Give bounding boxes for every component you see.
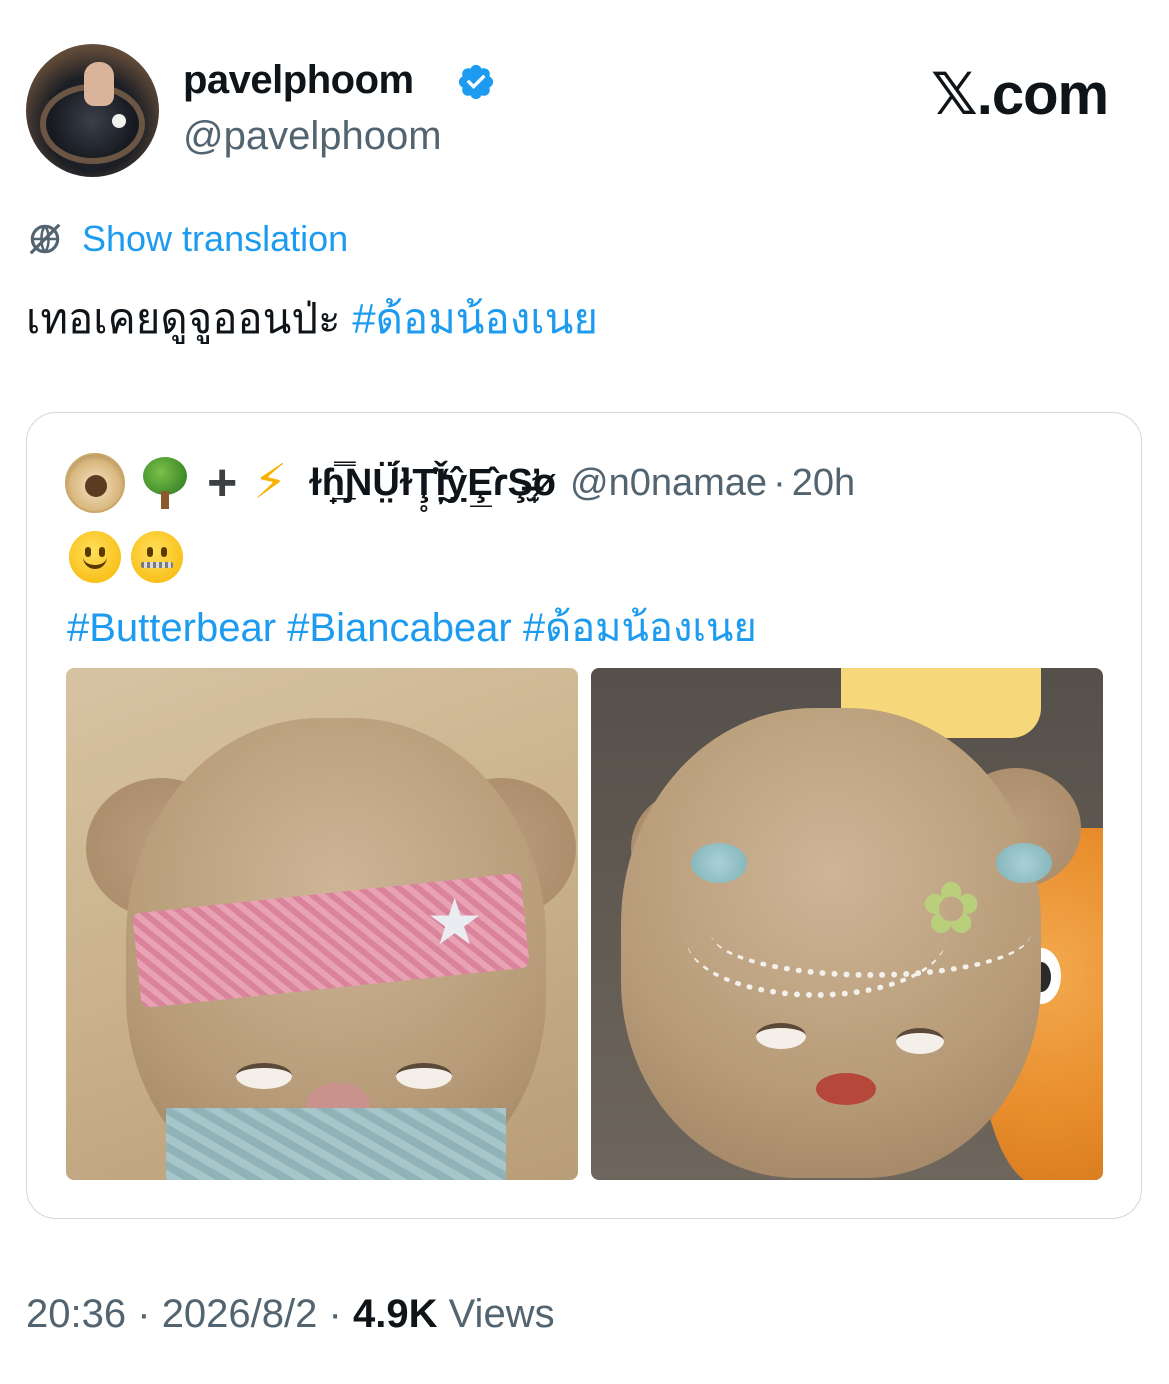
bear-shirt: [166, 1108, 506, 1180]
meta-separator: ·: [773, 461, 786, 504]
quoted-author-handle[interactable]: @n0namae: [570, 462, 767, 505]
views-count: 4.9K: [352, 1292, 438, 1336]
footer-separator: ·: [328, 1292, 342, 1336]
quoted-tweet-time[interactable]: 20h: [792, 462, 855, 505]
author-handle[interactable]: @pavelphoom: [183, 114, 442, 159]
quoted-tweet-card[interactable]: + ⚡ ɫɦ̟̲̿ƝṲ̈́̈́ɫŢ̥̇̍Ǐ̦̰̒ỵ̂Ȩ̲̂ɾŞ̶̛̫̘ø @n0…: [26, 412, 1142, 1219]
zipper-mouth-face-icon: [131, 531, 183, 583]
starfish-icon: ★: [426, 886, 484, 958]
post-time[interactable]: 20:36: [26, 1292, 126, 1336]
quoted-tweet-header: + ⚡ ɫɦ̟̲̿ƝṲ̈́̈́ɫŢ̥̇̍Ǐ̦̰̒ỵ̂Ȩ̲̂ɾŞ̶̛̫̘ø @n0…: [141, 457, 855, 509]
pearl-chain: [711, 888, 1031, 978]
lily-flower-icon: ✿: [921, 869, 982, 949]
quoted-tweet-hashtags[interactable]: #Butterbear #Biancabear #ด้อมน้องเนย: [67, 595, 757, 659]
bear-photo-2[interactable]: ✿: [591, 668, 1103, 1180]
ear-ornament-right: [996, 843, 1052, 883]
bear-eye-right: [396, 1063, 452, 1089]
lightning-icon: ⚡: [253, 456, 288, 509]
bear-photo-1[interactable]: ★: [66, 668, 578, 1180]
quoted-author-avatar[interactable]: [65, 453, 125, 513]
hashtag-link[interactable]: #ด้อมน้องเนย: [352, 295, 598, 342]
site-watermark: 𝕏.com: [931, 62, 1109, 127]
author-name[interactable]: pavelphoom: [183, 58, 414, 103]
tree-emoji-icon: [141, 457, 189, 509]
avatar-person: [84, 62, 114, 106]
verified-badge-icon: [458, 64, 494, 100]
translate-globe-icon: [29, 223, 61, 255]
show-translation-label[interactable]: Show translation: [82, 218, 348, 260]
bear-eye-left: [236, 1063, 292, 1089]
quoted-author-name[interactable]: ɫɦ̟̲̿ƝṲ̈́̈́ɫŢ̥̇̍Ǐ̦̰̒ỵ̂Ȩ̲̂ɾŞ̶̛̫̘ø: [309, 462, 556, 505]
bear-mouth: [816, 1073, 876, 1105]
bear-eye-right: [896, 1028, 944, 1054]
post-date[interactable]: 2026/8/2: [162, 1292, 318, 1336]
tweet-footer: 20:36 · 2026/8/2 · 4.9K Views: [26, 1292, 555, 1337]
footer-separator: ·: [137, 1292, 151, 1336]
author-avatar[interactable]: [26, 44, 159, 177]
plus-icon: +: [207, 454, 238, 512]
tweet-body: เทอเคยดูจูออนป่ะ: [26, 295, 341, 342]
avatar-flower: [112, 114, 126, 128]
avatar-face: [85, 475, 107, 497]
show-translation-link[interactable]: Show translation: [26, 218, 348, 260]
quoted-tweet-emojis: [69, 531, 183, 583]
slightly-smiling-face-icon: [69, 531, 121, 583]
views-label: Views: [448, 1292, 555, 1336]
ear-ornament-left: [691, 843, 747, 883]
tweet-text: เทอเคยดูจูออนป่ะ #ด้อมน้องเนย: [26, 286, 598, 352]
bear-eye-left: [756, 1023, 806, 1049]
